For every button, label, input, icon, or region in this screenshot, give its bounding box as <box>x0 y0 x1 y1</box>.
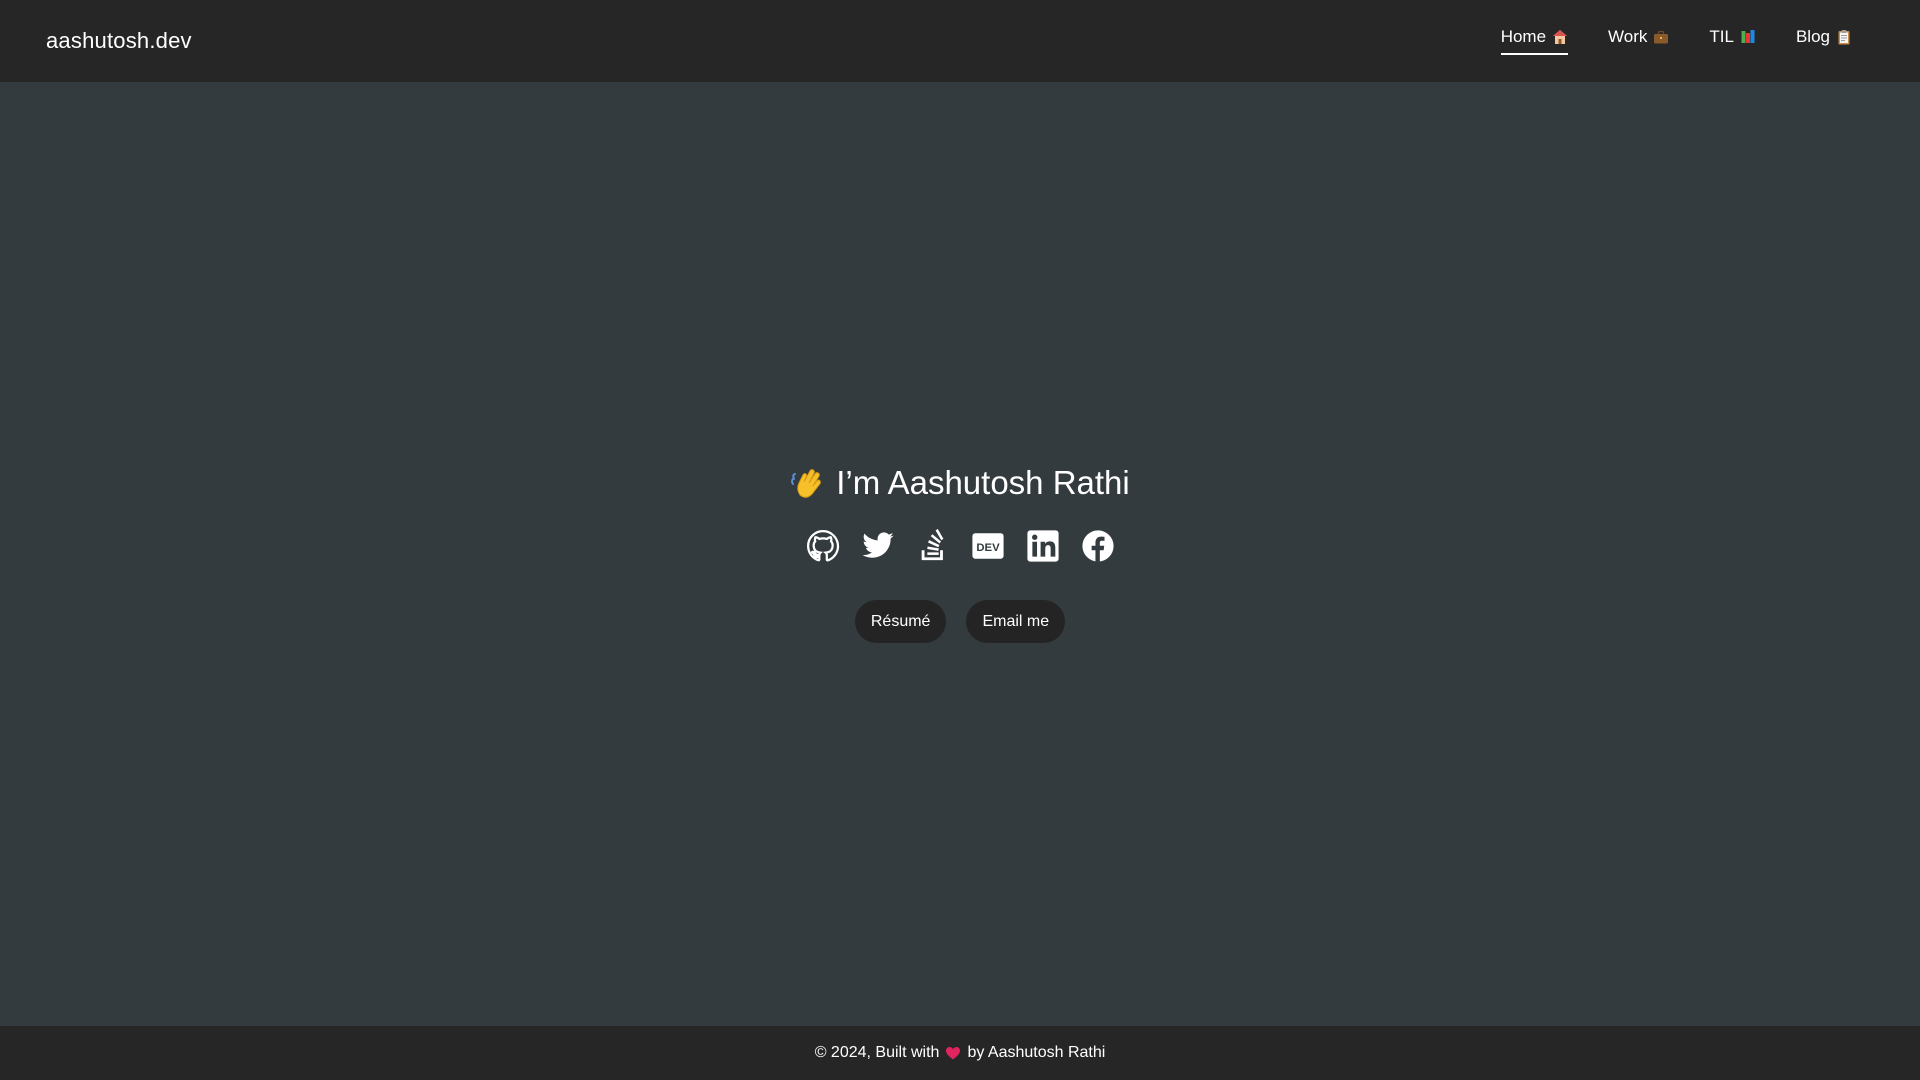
svg-text:DEV: DEV <box>976 542 1000 554</box>
hero: I’m Aashutosh Rathi <box>0 460 1920 506</box>
nav-item-blog-label: Blog <box>1795 27 1830 46</box>
resume-button[interactable]: Résumé <box>854 600 947 643</box>
hero-title-text: I’m Aashutosh Rathi <box>836 464 1130 501</box>
social-links: DEV <box>0 529 1920 563</box>
navbar: aashutosh.dev Home Work TIL Blog <box>0 0 1920 82</box>
nav-item-til[interactable]: TIL <box>1709 24 1756 55</box>
dev-icon[interactable]: DEV <box>971 529 1005 563</box>
main-nav: Home Work TIL Blog <box>1500 24 1852 55</box>
hero-heading: I’m Aashutosh Rathi <box>790 460 1130 506</box>
footer-suffix-text: by Aashutosh Rathi <box>967 1044 1106 1061</box>
heart-icon <box>946 1047 961 1060</box>
stackoverflow-icon[interactable] <box>916 529 950 563</box>
nav-item-home[interactable]: Home <box>1500 24 1569 55</box>
site-brand-link[interactable]: aashutosh.dev <box>46 26 192 56</box>
twitter-icon[interactable] <box>861 529 895 563</box>
email-me-button[interactable]: Email me <box>966 600 1066 643</box>
github-icon[interactable] <box>806 529 840 563</box>
waving-hand-icon <box>791 469 822 498</box>
footer-prefix-text: © 2024, Built with <box>814 1044 940 1061</box>
nav-item-work-label: Work <box>1608 27 1648 46</box>
hero-actions: Résumé Email me <box>0 600 1920 643</box>
briefcase-icon <box>1654 30 1669 44</box>
clipboard-icon <box>1838 30 1850 45</box>
facebook-icon[interactable] <box>1081 529 1115 563</box>
nav-item-blog[interactable]: Blog <box>1796 24 1852 55</box>
footer: © 2024, Built with by Aashutosh Rathi <box>0 1026 1920 1080</box>
house-icon <box>1553 30 1568 44</box>
nav-item-til-label: TIL <box>1709 27 1734 46</box>
nav-item-home-label: Home <box>1500 27 1547 46</box>
books-icon <box>1741 30 1755 43</box>
linkedin-icon[interactable] <box>1026 529 1060 563</box>
nav-item-work[interactable]: Work <box>1608 24 1669 55</box>
